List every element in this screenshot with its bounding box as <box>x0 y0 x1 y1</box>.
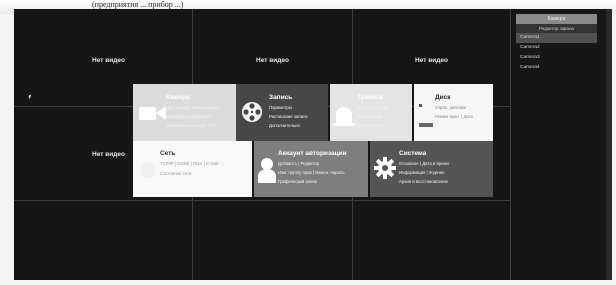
camera-list-item-4[interactable]: Camera4 <box>516 63 597 73</box>
menu-tile-system[interactable]: Система Основное | Дата и время Информац… <box>370 141 493 197</box>
screen-editor-button[interactable]: Редактор экрана <box>516 24 597 33</box>
camera-list-item-2[interactable]: Camera2 <box>516 43 597 53</box>
menu-tile-disk[interactable]: Диск Управ. дисками Режим хран. | Диск <box>414 84 493 141</box>
tile-camera-title: Камера <box>166 94 190 101</box>
tile-alarm-line-3[interactable]: Трев. по дате <box>357 123 384 128</box>
tile-alarm-line-1[interactable]: Тревога датчик <box>357 105 387 110</box>
tile-network-title: Сеть <box>160 150 176 157</box>
tile-record-title: Запись <box>269 94 293 101</box>
tile-system-line-3[interactable]: Архив и восстановление <box>399 179 448 184</box>
gear-icon <box>374 157 396 179</box>
tile-camera-line-2[interactable]: Настройки | Движение <box>166 114 211 119</box>
tile-disk-line-1[interactable]: Управ. дисками <box>435 105 466 110</box>
camera-list-item-3[interactable]: Camera3 <box>516 53 597 63</box>
menu-tile-network[interactable]: Сеть TCP/IP | DDNS | Порт | E-mail Состо… <box>133 141 252 197</box>
tile-alarm-line-2[interactable]: Трев. выход <box>357 114 381 119</box>
channel-1-no-video: Нет видео <box>92 57 125 64</box>
menu-tile-alarm[interactable]: Тревога Тревога датчик Трев. выход Трев.… <box>330 84 412 141</box>
tile-system-line-1[interactable]: Основное | Дата и время <box>399 161 449 166</box>
tile-record-line-1[interactable]: Параметры <box>269 105 292 110</box>
channel-2-no-video: Нет видео <box>256 57 289 64</box>
grid-divider-v3 <box>510 9 511 280</box>
tile-alarm-title: Тревога <box>357 94 383 101</box>
camera-side-panel: Камера Редактор экрана Camera1 Camera2 C… <box>516 14 597 114</box>
tile-record-line-2[interactable]: Расписание записи <box>269 114 308 119</box>
channel-3-no-video: Нет видео <box>415 57 448 64</box>
tile-disk-title: Диск <box>435 94 451 101</box>
film-reel-icon <box>242 102 262 122</box>
user-account-icon <box>258 158 276 183</box>
tile-account-line-2[interactable]: Изм. группу прав | Измен. пароль <box>278 170 345 175</box>
alarm-siren-icon <box>333 107 355 126</box>
channel-5-no-video: Нет видео <box>92 151 125 158</box>
photo-header-text: (предприятия ... прибор ...) <box>92 0 184 9</box>
panel-header[interactable]: Камера <box>516 14 597 24</box>
network-globe-icon <box>140 162 156 178</box>
hard-disk-icon <box>419 104 433 127</box>
tile-account-title: Аккаунт авторизации <box>278 150 347 157</box>
menu-tile-account[interactable]: Аккаунт авторизации Добавить | Редактор … <box>254 141 368 197</box>
camera-list-item-1[interactable]: Camera1 <box>516 33 597 43</box>
tile-camera-line-1[interactable]: Доб. камеру | Имя камеры <box>166 105 219 110</box>
tile-record-line-3[interactable]: Дополнительно <box>269 123 300 128</box>
tile-account-line-1[interactable]: Добавить | Редактор <box>278 161 319 166</box>
tile-account-line-3[interactable]: Графический замок <box>278 179 317 184</box>
menu-tile-camera[interactable]: Камера Доб. камеру | Имя камеры Настройк… <box>133 84 236 141</box>
menu-tile-record[interactable]: Запись Параметры Расписание записи Допол… <box>236 84 328 141</box>
monitor-edge <box>606 9 612 280</box>
tile-system-line-2[interactable]: Информация | Журнал <box>399 170 445 175</box>
tile-network-line-2[interactable]: Состояние сети <box>160 171 191 176</box>
tile-network-line-1[interactable]: TCP/IP | DDNS | Порт | E-mail <box>160 161 218 166</box>
tile-disk-line-2[interactable]: Режим хран. | Диск <box>435 114 473 119</box>
video-camera-icon <box>139 106 166 120</box>
grid-divider-h2 <box>14 200 510 201</box>
tile-system-title: Система <box>399 150 427 157</box>
tile-camera-line-3[interactable]: Интеллектуальный | PTZ <box>166 123 216 128</box>
